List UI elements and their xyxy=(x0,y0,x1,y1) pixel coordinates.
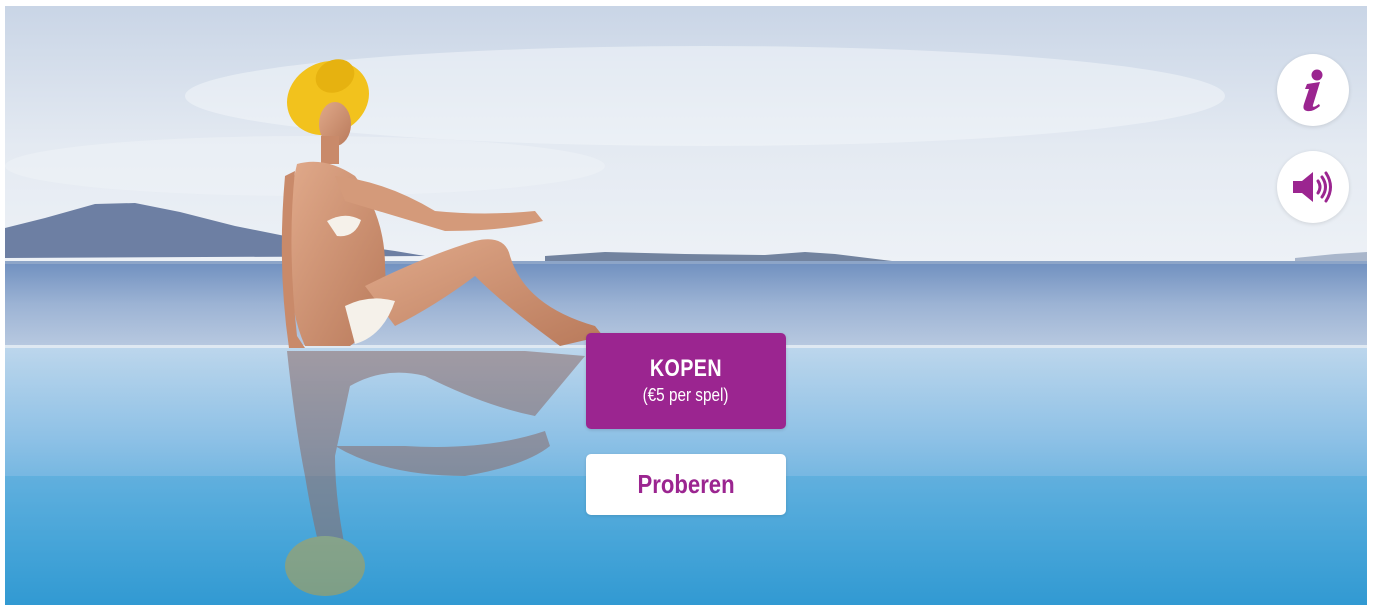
buy-button-price: (€5 per spel) xyxy=(643,385,729,405)
try-button[interactable]: Proberen xyxy=(586,454,786,515)
speaker-volume-icon xyxy=(1293,171,1332,203)
sound-button[interactable] xyxy=(1277,151,1349,223)
try-button-label: Proberen xyxy=(637,469,735,499)
info-icon xyxy=(1303,69,1323,112)
buy-button[interactable]: KOPEN (€5 per spel) xyxy=(586,333,786,429)
game-start-screen: KOPEN (€5 per spel) Proberen xyxy=(5,6,1367,605)
buy-button-label: KOPEN xyxy=(649,355,723,382)
info-button[interactable] xyxy=(1277,54,1349,126)
background-scene xyxy=(5,6,1367,605)
